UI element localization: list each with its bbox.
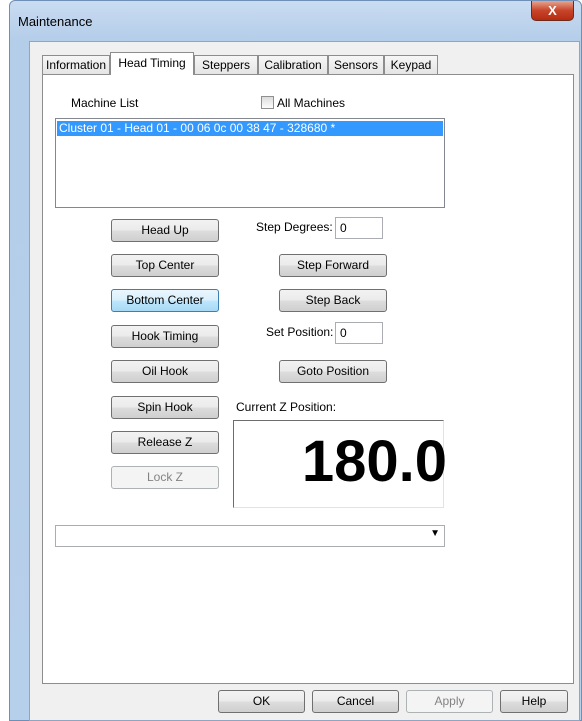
apply-button[interactable]: Apply: [406, 690, 493, 713]
ok-button[interactable]: OK: [218, 690, 305, 713]
all-machines-checkbox[interactable]: [261, 96, 274, 109]
list-item[interactable]: Cluster 01 - Head 01 - 00 06 0c 00 38 47…: [57, 121, 443, 136]
maintenance-window: Maintenance X Information Head Timing St…: [9, 0, 582, 721]
tab-keypad[interactable]: Keypad: [384, 55, 438, 74]
lock-z-button[interactable]: Lock Z: [111, 466, 219, 489]
top-center-button[interactable]: Top Center: [111, 254, 219, 277]
tab-steppers[interactable]: Steppers: [194, 55, 258, 74]
step-degrees-input[interactable]: 0: [335, 217, 383, 239]
window-title: Maintenance: [18, 14, 93, 29]
step-degrees-label: Step Degrees:: [256, 220, 333, 234]
oil-hook-button[interactable]: Oil Hook: [111, 360, 219, 383]
close-button[interactable]: X: [531, 1, 574, 21]
bottom-center-button[interactable]: Bottom Center: [111, 289, 219, 312]
dialog-client-area: Information Head Timing Steppers Calibra…: [29, 41, 580, 721]
current-z-value: 180.0: [301, 429, 447, 494]
step-forward-button[interactable]: Step Forward: [279, 254, 387, 277]
set-position-label: Set Position:: [266, 325, 334, 339]
hook-timing-button[interactable]: Hook Timing: [111, 325, 219, 348]
spin-hook-button[interactable]: Spin Hook: [111, 396, 219, 419]
step-back-button[interactable]: Step Back: [279, 289, 387, 312]
set-position-input[interactable]: 0: [335, 322, 383, 344]
cancel-button[interactable]: Cancel: [312, 690, 399, 713]
head-timing-panel: Machine List All Machines Cluster 01 - H…: [42, 74, 574, 684]
machine-list[interactable]: Cluster 01 - Head 01 - 00 06 0c 00 38 47…: [55, 118, 445, 208]
tab-sensors[interactable]: Sensors: [328, 55, 384, 74]
machine-list-label: Machine List: [71, 96, 139, 110]
tab-head-timing[interactable]: Head Timing: [110, 52, 194, 75]
current-z-label: Current Z Position:: [236, 400, 337, 414]
release-z-button[interactable]: Release Z: [111, 431, 219, 454]
all-machines-label: All Machines: [277, 96, 346, 110]
tab-calibration[interactable]: Calibration: [258, 55, 328, 74]
combo-select[interactable]: ▼: [55, 525, 445, 547]
chevron-down-icon[interactable]: ▼: [430, 528, 440, 539]
goto-position-button[interactable]: Goto Position: [279, 360, 387, 383]
head-up-button[interactable]: Head Up: [111, 219, 219, 242]
help-button[interactable]: Help: [500, 690, 568, 713]
current-z-display: 180.0: [233, 420, 447, 508]
tab-information[interactable]: Information: [42, 55, 110, 74]
